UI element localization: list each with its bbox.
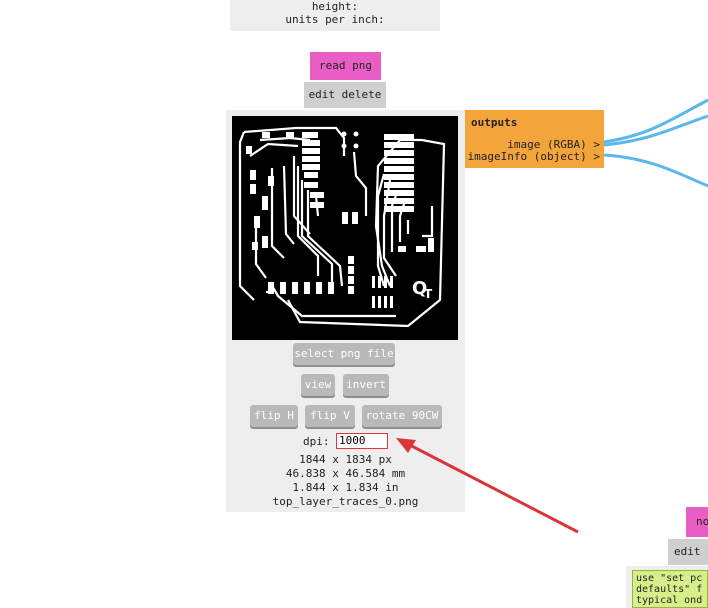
partial-module-edit-bar[interactable]: edit ( — [668, 539, 708, 565]
annotation-arrow — [403, 440, 579, 534]
connection-wires — [396, 98, 708, 534]
wire-imageinfo — [603, 153, 708, 188]
partial-module-note: use "set pc defaults" f typical ond — [632, 570, 708, 608]
wire-image-2 — [603, 114, 708, 147]
partial-module-title[interactable]: no — [686, 507, 708, 537]
